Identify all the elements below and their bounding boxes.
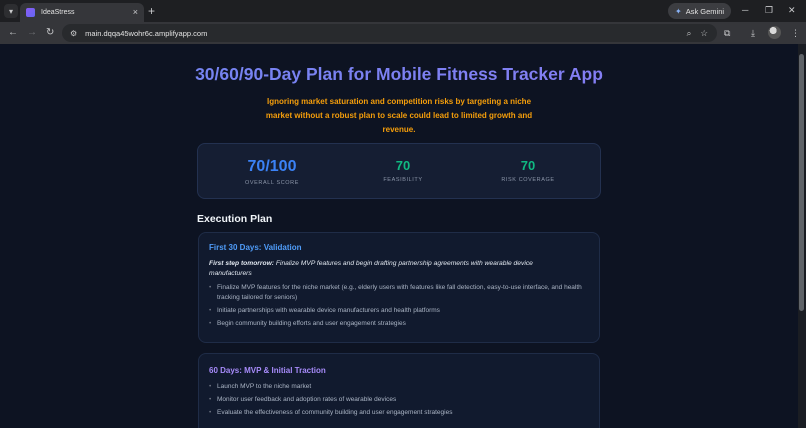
score-card: 70/100 OVERALL SCORE 70 FEASIBILITY 70 R… xyxy=(197,143,601,199)
list-item: Evaluate the effectiveness of community … xyxy=(209,408,594,418)
profile-avatar[interactable] xyxy=(768,26,781,39)
close-window-icon[interactable]: ✕ xyxy=(788,4,796,16)
site-info-icon[interactable]: ⚙ xyxy=(70,29,77,38)
menu-kebab-icon[interactable]: ⋮ xyxy=(791,27,800,39)
chevron-down-icon: ▾ xyxy=(8,6,13,16)
phase-card-60-days: 60 Days: MVP & Initial Traction Launch M… xyxy=(198,353,600,428)
list-item: Begin community building efforts and use… xyxy=(209,319,594,329)
gemini-sparkle-icon: ✦ xyxy=(675,6,682,16)
phase-title: First 30 Days: Validation xyxy=(209,243,302,252)
overall-score-label: OVERALL SCORE xyxy=(244,180,300,186)
page-scrollbar[interactable] xyxy=(798,44,806,428)
forward-arrow-icon[interactable]: → xyxy=(27,26,37,40)
task-list: Launch MVP to the niche market Monitor u… xyxy=(209,382,594,421)
browser-tab-bar: ▾ IdeaStress × + ✦ Ask Gemini ─ ❐ ✕ xyxy=(0,0,806,22)
ask-gemini-label: Ask Gemini xyxy=(685,6,725,16)
overall-score: 70/100 OVERALL SCORE xyxy=(212,144,332,186)
browser-tab[interactable]: IdeaStress × xyxy=(20,3,144,22)
extensions-icon[interactable]: ⧉ xyxy=(724,27,730,39)
execution-plan-heading: Execution Plan xyxy=(197,213,273,225)
page-content: 30/60/90-Day Plan for Mobile Fitness Tra… xyxy=(0,44,798,428)
risk-coverage-score: 70 RISK COVERAGE xyxy=(468,144,588,183)
phase-title: 60 Days: MVP & Initial Traction xyxy=(209,366,326,375)
reload-icon[interactable]: ↻ xyxy=(46,26,54,40)
tab-search-button[interactable]: ▾ xyxy=(4,4,18,18)
scrollbar-thumb[interactable] xyxy=(799,54,804,311)
restore-icon[interactable]: ❐ xyxy=(765,4,773,16)
list-item: Finalize MVP features for the niche mark… xyxy=(209,283,594,302)
tab-title: IdeaStress xyxy=(41,9,75,16)
phase-card-30-days: First 30 Days: Validation First step tom… xyxy=(198,232,600,343)
site-favicon-icon xyxy=(26,8,35,17)
list-item: Monitor user feedback and adoption rates… xyxy=(209,395,594,405)
close-icon[interactable]: × xyxy=(133,8,138,17)
address-bar[interactable]: ⚙ main.dqqa45wohr6c.amplifyapp.com ⌕ ☆ xyxy=(62,24,717,42)
feasibility-score: 70 FEASIBILITY xyxy=(343,144,463,183)
minimize-icon[interactable]: ─ xyxy=(742,4,748,16)
risk-warning: Ignoring market saturation and competiti… xyxy=(265,97,533,134)
first-step-label: First step tomorrow: xyxy=(209,260,275,267)
back-arrow-icon[interactable]: ← xyxy=(8,26,18,40)
browser-toolbar: ← → ↻ ⚙ main.dqqa45wohr6c.amplifyapp.com… xyxy=(0,22,806,44)
first-step-note: First step tomorrow: Finalize MVP featur… xyxy=(209,259,569,279)
zoom-icon[interactable]: ⌕ xyxy=(687,28,692,39)
feasibility-score-label: FEASIBILITY xyxy=(383,177,423,183)
risk-coverage-score-value: 70 xyxy=(520,158,536,173)
task-list: Finalize MVP features for the niche mark… xyxy=(209,283,594,332)
list-item: Launch MVP to the niche market xyxy=(209,382,594,392)
risk-coverage-score-label: RISK COVERAGE xyxy=(501,177,555,183)
overall-score-value: 70/100 xyxy=(247,158,297,175)
list-item: Initiate partnerships with wearable devi… xyxy=(209,306,594,316)
page-title: 30/60/90-Day Plan for Mobile Fitness Tra… xyxy=(0,64,798,85)
url-text[interactable]: main.dqqa45wohr6c.amplifyapp.com xyxy=(85,29,686,38)
bookmark-star-icon[interactable]: ☆ xyxy=(700,28,708,39)
ask-gemini-button[interactable]: ✦ Ask Gemini xyxy=(668,3,732,19)
feasibility-score-value: 70 xyxy=(395,158,411,173)
new-tab-button[interactable]: + xyxy=(148,4,155,18)
download-icon[interactable]: ⤓ xyxy=(751,27,755,39)
